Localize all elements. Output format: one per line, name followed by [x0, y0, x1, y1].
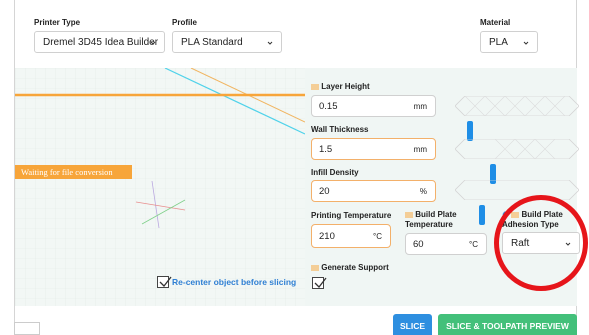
layers-icon — [311, 265, 319, 271]
wall-thickness-value: 1.5 — [319, 143, 333, 155]
chevron-down-icon — [565, 242, 571, 246]
material-label: Material — [480, 18, 511, 27]
infill-density-unit: % — [419, 186, 427, 196]
recenter-label: Re-center object before slicing — [172, 277, 297, 287]
chevron-down-icon — [523, 41, 529, 45]
generate-support-label: Generate Support — [311, 263, 389, 272]
layer-height-input[interactable]: 0.15 mm — [311, 95, 436, 117]
layer-height-text: Layer Height — [321, 82, 370, 91]
viewport-grid — [15, 68, 305, 306]
printer-type-value: Dremel 3D45 Idea Builder — [43, 36, 159, 48]
layer-height-unit: mm — [413, 101, 427, 111]
recenter-option[interactable]: Re-center object before slicing — [157, 276, 296, 288]
printing-temperature-label: Printing Temperature — [311, 211, 392, 220]
layers-icon — [311, 84, 319, 90]
build-plate-temperature-value: 60 — [413, 238, 424, 250]
build-plate-temperature-unit: °C — [469, 239, 478, 249]
check-icon — [314, 277, 327, 288]
slice-preview-button[interactable]: SLICE & TOOLPATH PREVIEW — [438, 314, 577, 335]
wall-thickness-slider[interactable] — [454, 138, 580, 184]
check-icon — [159, 276, 172, 287]
wall-thickness-unit: mm — [413, 144, 427, 154]
layer-height-thumb[interactable] — [467, 121, 473, 141]
build-plate-temperature-text: Build Plate Temperature — [405, 210, 457, 229]
material-value: PLA — [489, 36, 508, 48]
slice-button[interactable]: SLICE — [393, 314, 432, 335]
slider-track — [454, 138, 580, 160]
slider-track — [454, 179, 580, 201]
build-plate-temperature-input[interactable]: 60 °C — [405, 233, 487, 255]
slider-track — [454, 95, 580, 117]
profile-value: PLA Standard — [181, 36, 243, 48]
printing-temperature-unit: °C — [373, 231, 382, 241]
wall-thickness-input[interactable]: 1.5 mm — [311, 138, 436, 160]
3d-viewport[interactable]: Waiting for file conversion — [15, 68, 305, 306]
chevron-down-icon — [267, 41, 273, 45]
printer-type-select[interactable]: Dremel 3D45 Idea Builder — [34, 31, 165, 53]
infill-density-value: 20 — [319, 185, 330, 197]
chevron-down-icon — [150, 41, 156, 45]
recenter-checkbox[interactable] — [157, 276, 172, 288]
layer-height-value: 0.15 — [319, 100, 338, 112]
build-plate-adhesion-select[interactable]: Raft — [502, 232, 580, 254]
wall-thickness-label: Wall Thickness — [311, 125, 369, 134]
generate-support-text: Generate Support — [321, 263, 389, 272]
infill-density-input[interactable]: 20 % — [311, 180, 436, 202]
build-plate-adhesion-value: Raft — [511, 237, 530, 249]
printing-temperature-input[interactable]: 210 °C — [311, 224, 391, 248]
build-plate-adhesion-label: Build Plate Adhesion Type — [502, 210, 582, 230]
profile-label: Profile — [172, 18, 197, 27]
layers-icon — [511, 212, 520, 218]
conversion-warning: Waiting for file conversion — [15, 165, 132, 179]
layer-height-slider[interactable] — [454, 95, 580, 141]
bottom-left-control[interactable] — [14, 322, 40, 335]
infill-density-slider[interactable] — [454, 179, 580, 225]
material-select[interactable]: PLA — [480, 31, 538, 53]
layer-height-label: Layer Height — [311, 82, 370, 91]
profile-select[interactable]: PLA Standard — [172, 31, 282, 53]
reset-icon[interactable] — [502, 211, 509, 218]
infill-density-label: Infill Density — [311, 168, 359, 177]
layers-icon — [405, 212, 413, 218]
printer-type-label: Printer Type — [34, 18, 81, 27]
generate-support-checkbox[interactable] — [312, 277, 327, 289]
printing-temperature-value: 210 — [319, 230, 335, 242]
build-plate-temperature-label: Build Plate Temperature — [405, 210, 497, 230]
